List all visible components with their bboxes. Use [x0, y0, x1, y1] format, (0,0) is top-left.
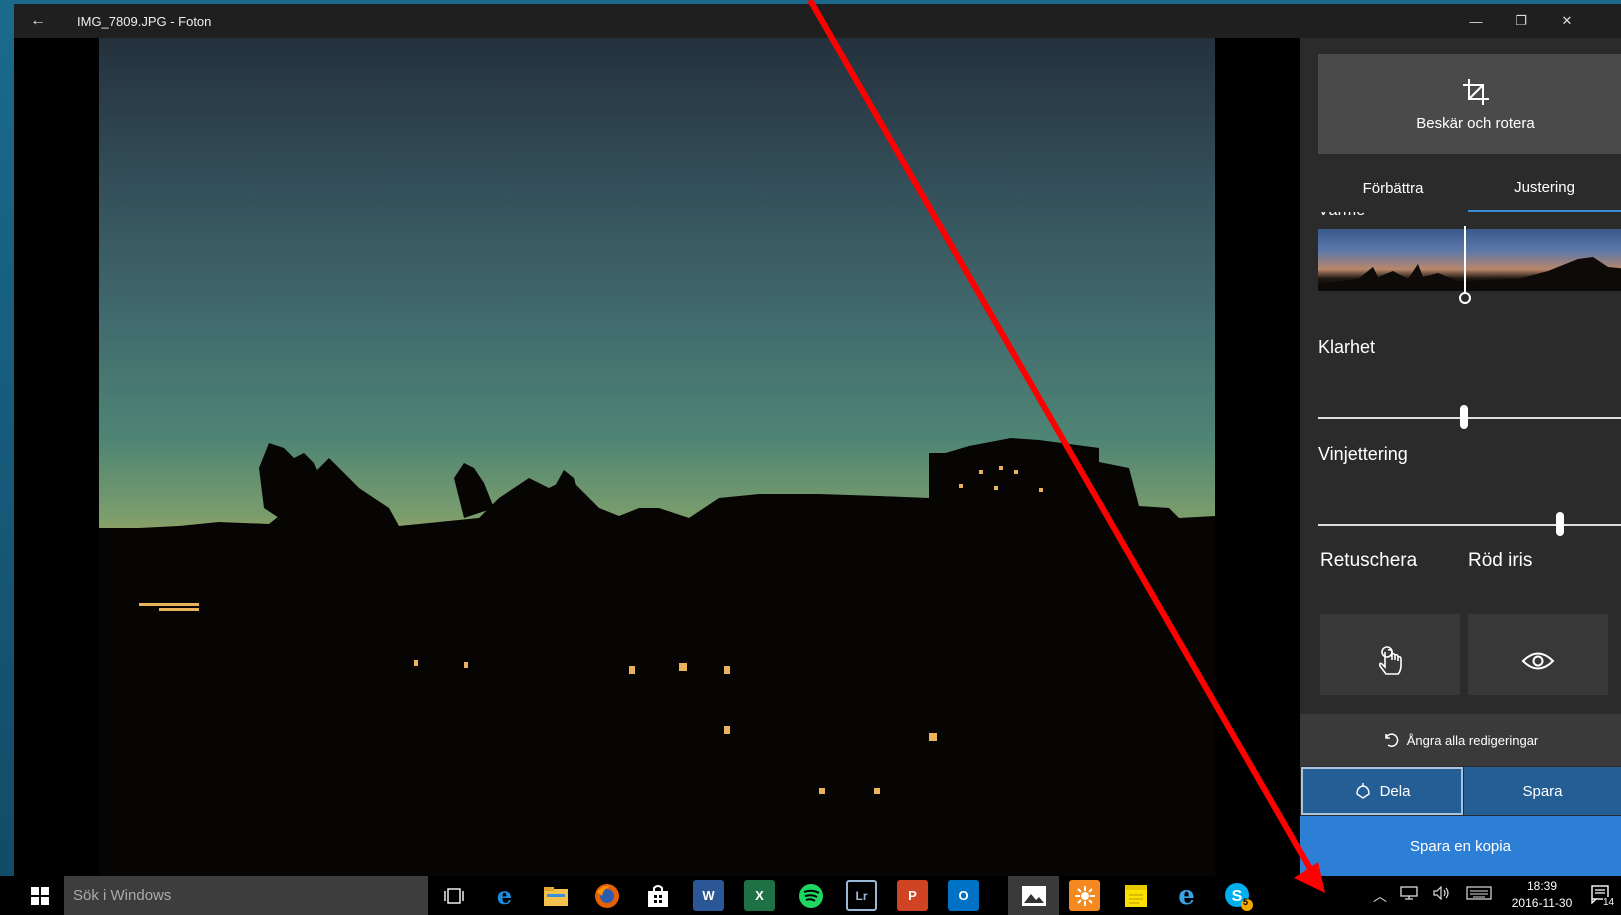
share-label: Dela — [1379, 782, 1411, 800]
close-button[interactable]: ✕ — [1544, 4, 1590, 38]
edge-icon[interactable]: e — [489, 880, 520, 911]
photo-canvas — [14, 38, 1300, 876]
skype-badge: 5 — [1243, 897, 1249, 907]
vinjettering-label: Vinjettering — [1318, 444, 1408, 464]
back-button[interactable]: ← — [14, 4, 62, 38]
title-bar: ← IMG_7809.JPG - Foton — ❐ ✕ — [14, 4, 1621, 38]
minimize-button[interactable]: — — [1453, 4, 1499, 38]
undo-all-edits-label: Ångra alla redigeringar — [1406, 732, 1539, 748]
skype-icon[interactable]: S 5 — [1222, 880, 1253, 911]
photo-image — [99, 38, 1215, 876]
spotify-icon[interactable] — [795, 880, 826, 911]
search-placeholder: Sök i Windows — [73, 887, 172, 904]
retuschera-label: Retuschera — [1320, 550, 1418, 571]
notification-count: 14 — [1603, 897, 1615, 908]
klarhet-slider-thumb[interactable] — [1460, 405, 1468, 429]
taskbar: Sök i Windows e W X Lr P O e S 5 ︿ 18:39… — [0, 876, 1621, 915]
excel-icon[interactable]: X — [744, 880, 775, 911]
photo-silhouette — [99, 438, 1215, 876]
klarhet-slider-track[interactable] — [1318, 417, 1621, 419]
windows-logo-icon — [31, 886, 49, 905]
klarhet-label: Klarhet — [1318, 337, 1376, 357]
tab-justering[interactable]: Justering — [1468, 164, 1621, 212]
varme-label: Värme — [1318, 212, 1365, 220]
desktop: ← IMG_7809.JPG - Foton — ❐ ✕ Beskär och … — [0, 0, 1621, 915]
crop-rotate-label: Beskär och rotera — [1416, 114, 1535, 132]
close-icon: ✕ — [1561, 13, 1573, 28]
network-icon[interactable] — [1400, 886, 1418, 903]
start-button[interactable] — [20, 876, 60, 915]
volume-icon[interactable] — [1433, 885, 1451, 903]
undo-all-edits-button[interactable]: Ångra alla redigeringar — [1300, 714, 1621, 766]
share-button[interactable]: Dela — [1301, 767, 1463, 815]
sticky-notes-icon[interactable] — [1120, 880, 1151, 911]
retuschera-button[interactable] — [1320, 614, 1460, 695]
eye-icon — [1521, 652, 1555, 670]
minimize-icon: — — [1469, 13, 1483, 29]
crop-rotate-button[interactable]: Beskär och rotera — [1318, 54, 1621, 154]
save-copy-button[interactable]: Spara en kopia — [1300, 816, 1621, 876]
maximize-button[interactable]: ❐ — [1498, 4, 1544, 38]
internet-explorer-icon[interactable]: e — [1171, 880, 1202, 911]
varme-slider[interactable] — [1318, 229, 1621, 291]
save-button[interactable]: Spara — [1464, 767, 1621, 815]
crop-icon — [1462, 78, 1489, 105]
window-title: IMG_7809.JPG - Foton — [77, 14, 212, 29]
vinjettering-slider-thumb[interactable] — [1556, 512, 1564, 536]
edit-panel: Beskär och rotera Förbättra Justering Vä… — [1300, 38, 1621, 876]
share-icon — [1355, 783, 1370, 799]
vinjettering-slider-track[interactable] — [1318, 524, 1621, 526]
rod-iris-button[interactable] — [1468, 614, 1608, 695]
chevron-up-icon[interactable]: ︿ — [1373, 886, 1387, 906]
back-arrow-icon: ← — [30, 12, 46, 29]
clock-date[interactable]: 2016-11-30 — [1508, 896, 1576, 910]
photos-icon[interactable] — [1018, 880, 1049, 911]
restore-icon: ❐ — [1515, 13, 1527, 28]
keyboard-icon[interactable] — [1466, 886, 1492, 903]
firefox-icon[interactable] — [591, 880, 622, 911]
file-explorer-icon[interactable] — [540, 880, 571, 911]
clock-time[interactable]: 18:39 — [1508, 879, 1576, 893]
system-tray: ︿ 18:39 2016-11-30 14 — [1360, 876, 1621, 915]
powerpoint-icon[interactable]: P — [897, 880, 928, 911]
edit-tabs: Förbättra Justering — [1300, 164, 1621, 212]
store-icon[interactable] — [642, 880, 673, 911]
varme-slider-handle[interactable] — [1459, 292, 1471, 304]
rod-iris-label: Röd iris — [1468, 550, 1533, 571]
adjustments-scroll-area[interactable]: Värme Klarhet Vinjettering Retuschera Rö… — [1300, 212, 1621, 695]
tab-forbattra[interactable]: Förbättra — [1318, 164, 1468, 212]
undo-icon — [1384, 733, 1399, 747]
varme-preview-strip — [1318, 257, 1621, 291]
varme-handle-line — [1464, 226, 1466, 296]
outlook-icon[interactable]: O — [948, 880, 979, 911]
svg-text:S: S — [1231, 888, 1242, 905]
lightroom-icon[interactable]: Lr — [846, 880, 877, 911]
sunflower-icon[interactable] — [1069, 880, 1100, 911]
touch-hand-icon — [1378, 646, 1402, 675]
task-view-icon[interactable] — [438, 880, 469, 911]
word-icon[interactable]: W — [693, 880, 724, 911]
photos-app-window: ← IMG_7809.JPG - Foton — ❐ ✕ Beskär och … — [14, 4, 1621, 876]
taskbar-search-box[interactable]: Sök i Windows — [64, 876, 428, 915]
